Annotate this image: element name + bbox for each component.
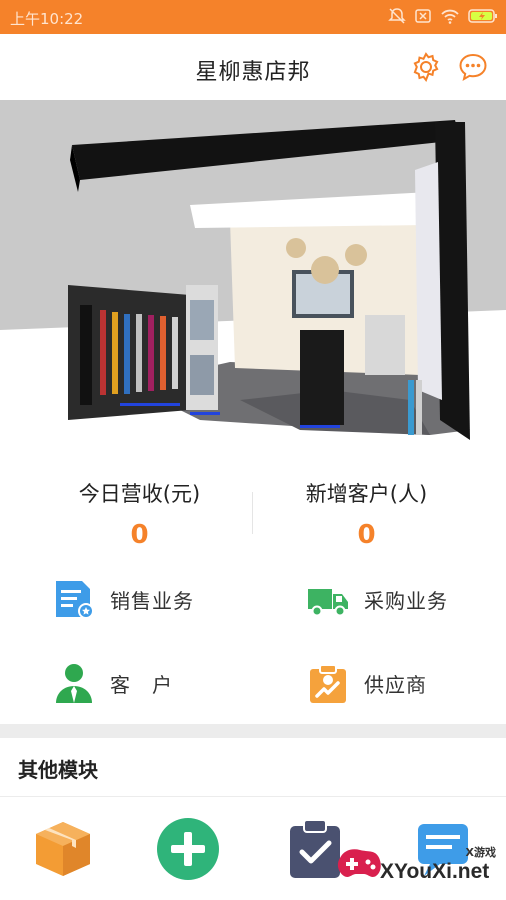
status-bar: 上午10:22 xyxy=(0,0,506,34)
box-icon xyxy=(36,822,90,876)
plus-icon xyxy=(157,818,219,880)
new-customers-stat[interactable]: 新增客户(人) 0 xyxy=(240,478,493,550)
purchase-business-label: 采购业务 xyxy=(364,588,448,613)
gear-icon xyxy=(413,52,439,82)
purchase-business-button[interactable]: 采购业务 xyxy=(306,574,448,624)
messages-button[interactable] xyxy=(457,51,489,83)
section-gap xyxy=(0,724,506,738)
revenue-label: 今日营收(元) xyxy=(78,482,201,506)
sales-business-label: 销售业务 xyxy=(110,588,194,613)
mute-icon xyxy=(388,8,406,24)
chat-icon xyxy=(459,53,487,82)
stats-panel: 今日营收(元) 0 新增客户(人) 0 xyxy=(0,450,506,560)
other-modules-title: 其他模块 xyxy=(18,758,98,782)
sales-business-button[interactable]: 销售业务 xyxy=(52,574,194,624)
module-inventory-button[interactable] xyxy=(32,818,94,880)
new-customers-value: 0 xyxy=(357,520,376,550)
customer-button[interactable]: 客 户 xyxy=(52,658,173,708)
status-icons xyxy=(388,7,498,25)
watermark-text: XYouXi.net xyxy=(380,860,490,883)
sim-icon xyxy=(415,9,431,23)
store-showroom-image xyxy=(0,100,506,450)
module-add-button[interactable] xyxy=(157,818,219,880)
customer-label: 客 户 xyxy=(110,672,173,697)
battery-icon xyxy=(468,9,497,23)
revenue-stat[interactable]: 今日营收(元) 0 xyxy=(13,478,266,550)
main-menu: 销售业务 采购业务 客 户 供应商 xyxy=(0,560,506,724)
section-divider xyxy=(0,796,506,797)
supplier-icon xyxy=(310,664,346,703)
wifi-icon xyxy=(441,9,459,24)
customer-icon xyxy=(56,664,92,703)
supplier-button[interactable]: 供应商 xyxy=(306,658,427,708)
app-header: 星柳惠店邦 xyxy=(0,34,506,100)
new-customers-label: 新增客户(人) xyxy=(305,482,428,506)
site-watermark: X游戏 XYouXi.net xyxy=(332,840,502,892)
supplier-label: 供应商 xyxy=(364,672,427,697)
watermark-subtext: X游戏 xyxy=(465,846,496,859)
sales-document-icon xyxy=(56,581,94,619)
settings-button[interactable] xyxy=(410,51,442,83)
status-time: 上午10:22 xyxy=(10,10,84,28)
revenue-value: 0 xyxy=(130,520,149,550)
truck-icon xyxy=(308,589,348,617)
hero-banner xyxy=(0,100,506,450)
